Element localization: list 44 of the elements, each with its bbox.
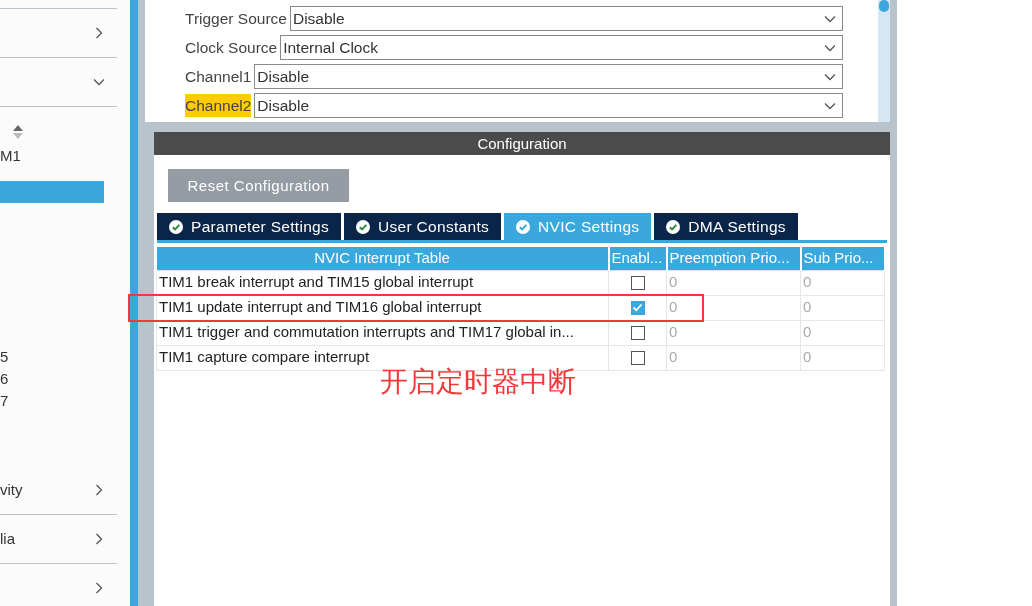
tab[interactable]: DMA Settings: [654, 213, 798, 240]
table-cell: 0: [800, 320, 885, 345]
table-cell: 0: [800, 295, 885, 320]
checkbox[interactable]: [630, 326, 645, 341]
chevron-right-icon: [93, 27, 105, 39]
scrollbar[interactable]: [878, 0, 890, 122]
chevron-right-icon: [93, 533, 105, 545]
table-cell: 0: [666, 295, 801, 320]
check-circle-icon: [666, 219, 681, 234]
table-cell: TIM1 trigger and commutation interrupts and TIM17 global in...: [156, 320, 609, 345]
chevron-down-icon: [93, 76, 105, 88]
table-cell: 0: [800, 270, 885, 295]
chevron-right-icon: [93, 582, 105, 594]
table-cell: TIM1 break interrupt and TIM15 global interrupt: [156, 270, 609, 295]
table-cell: 0: [800, 345, 885, 370]
table-cell: 0: [666, 270, 801, 295]
chevron-right-icon: [93, 484, 105, 496]
table-cell: 0: [666, 345, 801, 370]
checkbox[interactable]: [630, 301, 645, 316]
table-cell: 0: [666, 320, 801, 345]
check-circle-icon: [356, 219, 371, 234]
field-label: Clock Source: [185, 37, 278, 58]
check-circle-icon: [169, 219, 183, 234]
sort-icon[interactable]: [12, 123, 24, 140]
sidebar-section[interactable]: lia: [0, 515, 117, 564]
field-label: Trigger Source: [185, 8, 287, 29]
check-circle-icon: [516, 219, 531, 234]
field-label: Channel2: [185, 93, 252, 118]
panel-title: Configuration: [154, 132, 890, 155]
list-item[interactable]: 7: [0, 390, 104, 412]
table-cell: TIM1 update interrupt and TIM16 global interrupt: [156, 295, 609, 320]
tab[interactable]: User Constants: [344, 213, 502, 240]
tab[interactable]: Parameter Settings: [157, 213, 342, 240]
sidebar-section[interactable]: vity: [0, 466, 117, 515]
list-item[interactable]: 5: [0, 346, 104, 368]
list-item[interactable]: 6: [0, 368, 104, 390]
checkbox[interactable]: [630, 276, 645, 291]
dropdown-field[interactable]: Disable: [254, 64, 843, 89]
list-item[interactable]: M1: [0, 145, 104, 167]
field-label: Channel1: [185, 66, 252, 87]
checkbox[interactable]: [630, 351, 645, 366]
dropdown-field[interactable]: Internal Clock: [280, 35, 843, 60]
dropdown-field[interactable]: Disable: [289, 6, 843, 31]
dropdown-field[interactable]: Disable: [254, 93, 843, 118]
